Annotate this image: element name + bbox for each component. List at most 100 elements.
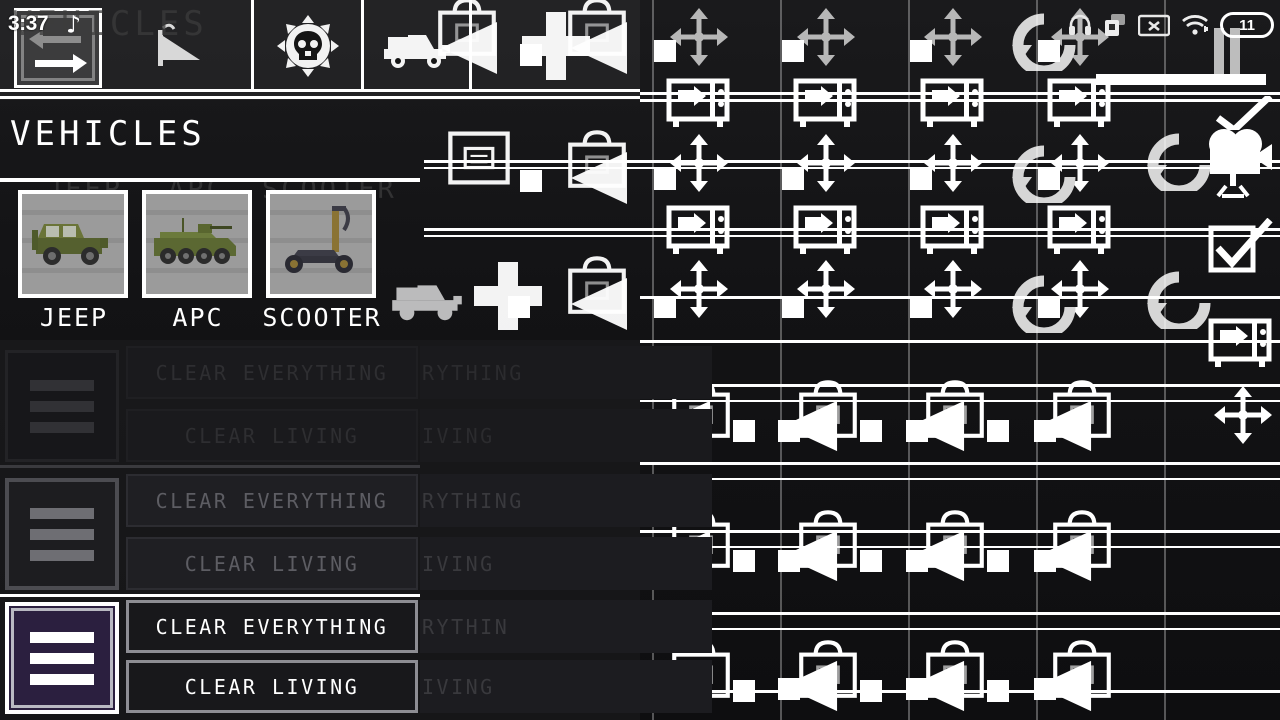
clear-everything-button[interactable]: CLEAR EVERYTHING	[126, 346, 418, 399]
headphones-icon	[1068, 14, 1092, 36]
tv-monitor-icon	[793, 78, 857, 127]
grid-rail	[424, 228, 640, 231]
hamburger-bar	[30, 632, 94, 643]
ghost-tv-monitor-icon	[666, 205, 732, 259]
ghost-everything-tail: RYTHIN	[420, 600, 712, 653]
ghost-square	[1038, 296, 1060, 318]
battery-level: 11	[1239, 16, 1255, 34]
ghost-square	[1034, 420, 1056, 442]
battery-icon: 11	[1220, 12, 1274, 38]
clear-dialog-buttons: CLEAR EVERYTHING CLEAR LIVING	[126, 600, 418, 720]
vehicles-panel: VEHICLES JEEP APC SCOOTER VEHICLES	[0, 4, 640, 340]
vehicle-card-apc[interactable]	[142, 190, 252, 298]
music-note-icon: ♪	[66, 10, 82, 39]
ghost-square	[910, 168, 932, 190]
ghost-square	[1038, 40, 1060, 62]
vehicles-title: VEHICLES	[10, 114, 206, 154]
ghost-square	[910, 40, 932, 62]
hamburger-bar	[30, 529, 94, 540]
rotation-lock-icon	[1103, 13, 1127, 37]
tv-monitor-icon	[920, 78, 984, 127]
grid-rail	[640, 478, 1280, 480]
check-slash-icon[interactable]	[1212, 96, 1274, 130]
ghost-square	[782, 168, 804, 190]
grid-rail	[640, 160, 1280, 163]
tv-monitor-icon	[793, 205, 857, 254]
hamburger-menu-icon[interactable]	[5, 350, 119, 462]
tv-monitor-icon	[666, 78, 730, 127]
status-clock: 3:37	[8, 12, 49, 35]
grid-rail-vertical	[908, 0, 910, 720]
ghost-square	[654, 40, 676, 62]
jeep-thumbnail	[22, 194, 124, 294]
vehicle-card-jeep[interactable]	[18, 190, 128, 298]
ghost-tv-monitor-icon	[1047, 205, 1113, 259]
hamburger-bar	[30, 380, 94, 391]
checkbox-checked-icon[interactable]	[1208, 218, 1274, 278]
ghost-move-arrows-icon	[668, 6, 730, 68]
hamburger-menu-icon[interactable]	[5, 478, 119, 590]
hamburger-bar	[30, 550, 94, 561]
vehicle-card-scooter[interactable]	[266, 190, 376, 298]
move-arrows-icon	[797, 8, 855, 66]
move-arrows-icon	[797, 134, 855, 192]
ghost-square	[508, 296, 530, 318]
move-arrows-icon[interactable]	[1212, 384, 1274, 446]
ghost-tv-monitor-icon	[1047, 78, 1113, 132]
clear-living-button[interactable]: CLEAR LIVING	[126, 409, 418, 462]
toolbar-item-jeep[interactable]	[364, 0, 472, 92]
tv-monitor-icon	[920, 205, 984, 254]
ghost-square	[906, 550, 928, 572]
ghost-square	[906, 678, 928, 700]
grid-rail	[640, 92, 1280, 95]
hamburger-bar	[30, 422, 94, 433]
ghost-living-tail: IVING	[420, 409, 712, 462]
grid-rail	[640, 296, 1280, 299]
status-bar: 11	[1068, 8, 1274, 42]
grid-rail	[640, 546, 1280, 548]
film-camera-icon[interactable]	[1200, 126, 1274, 198]
grid-rail	[640, 690, 1280, 693]
clear-dialog-buttons: CLEAR EVERYTHING CLEAR LIVING	[126, 474, 418, 594]
ghost-square	[987, 420, 1009, 442]
grid-rail-vertical	[1036, 0, 1038, 720]
ghost-move-arrows-icon	[795, 6, 857, 68]
ghost-square	[520, 44, 542, 66]
ghost-square	[906, 420, 928, 442]
clear-living-button[interactable]: CLEAR LIVING	[126, 660, 418, 713]
grid-rail	[640, 99, 1280, 102]
clear-living-button[interactable]: CLEAR LIVING	[126, 537, 418, 590]
toolbar-item-skullgear[interactable]	[254, 0, 364, 92]
clear-dialog-ghost-col-a: RYTHING IVING	[420, 346, 712, 466]
grid-rail	[640, 228, 1280, 231]
tv-monitor-icon[interactable]	[1208, 318, 1274, 372]
ghost-move-arrows-icon	[795, 258, 857, 320]
hamburger-bar	[30, 401, 94, 412]
grid-rail	[640, 340, 1280, 343]
ghost-square	[910, 296, 932, 318]
ghost-square	[860, 550, 882, 572]
toolbar-item-add[interactable]	[472, 0, 640, 92]
move-arrows-icon	[670, 134, 728, 192]
ghost-move-arrows-icon	[795, 132, 857, 194]
grid-rail	[424, 96, 640, 99]
ghost-undo-arrow-icon	[1140, 268, 1218, 330]
ghost-icon-field	[640, 0, 1280, 720]
dialog-separator	[0, 465, 420, 468]
ghost-square	[782, 40, 804, 62]
undo-arrow-icon	[1147, 271, 1211, 329]
grid-rail	[640, 235, 1280, 237]
ghost-square	[654, 296, 676, 318]
grid-rail	[640, 384, 1280, 387]
grid-rail	[640, 167, 1280, 169]
tv-monitor-icon	[1047, 205, 1111, 254]
hamburger-menu-icon[interactable]	[5, 602, 119, 714]
clear-everything-button[interactable]: CLEAR EVERYTHING	[126, 600, 418, 653]
skull-gear-icon	[275, 13, 341, 79]
grid-rail-vertical	[780, 0, 782, 720]
ghost-tv-monitor-icon	[920, 78, 986, 132]
ghost-square	[520, 170, 542, 192]
clear-dialog-buttons: CLEAR EVERYTHING CLEAR LIVING	[126, 346, 418, 466]
clear-everything-button[interactable]: CLEAR EVERYTHING	[126, 474, 418, 527]
grid-rail	[640, 462, 1280, 465]
